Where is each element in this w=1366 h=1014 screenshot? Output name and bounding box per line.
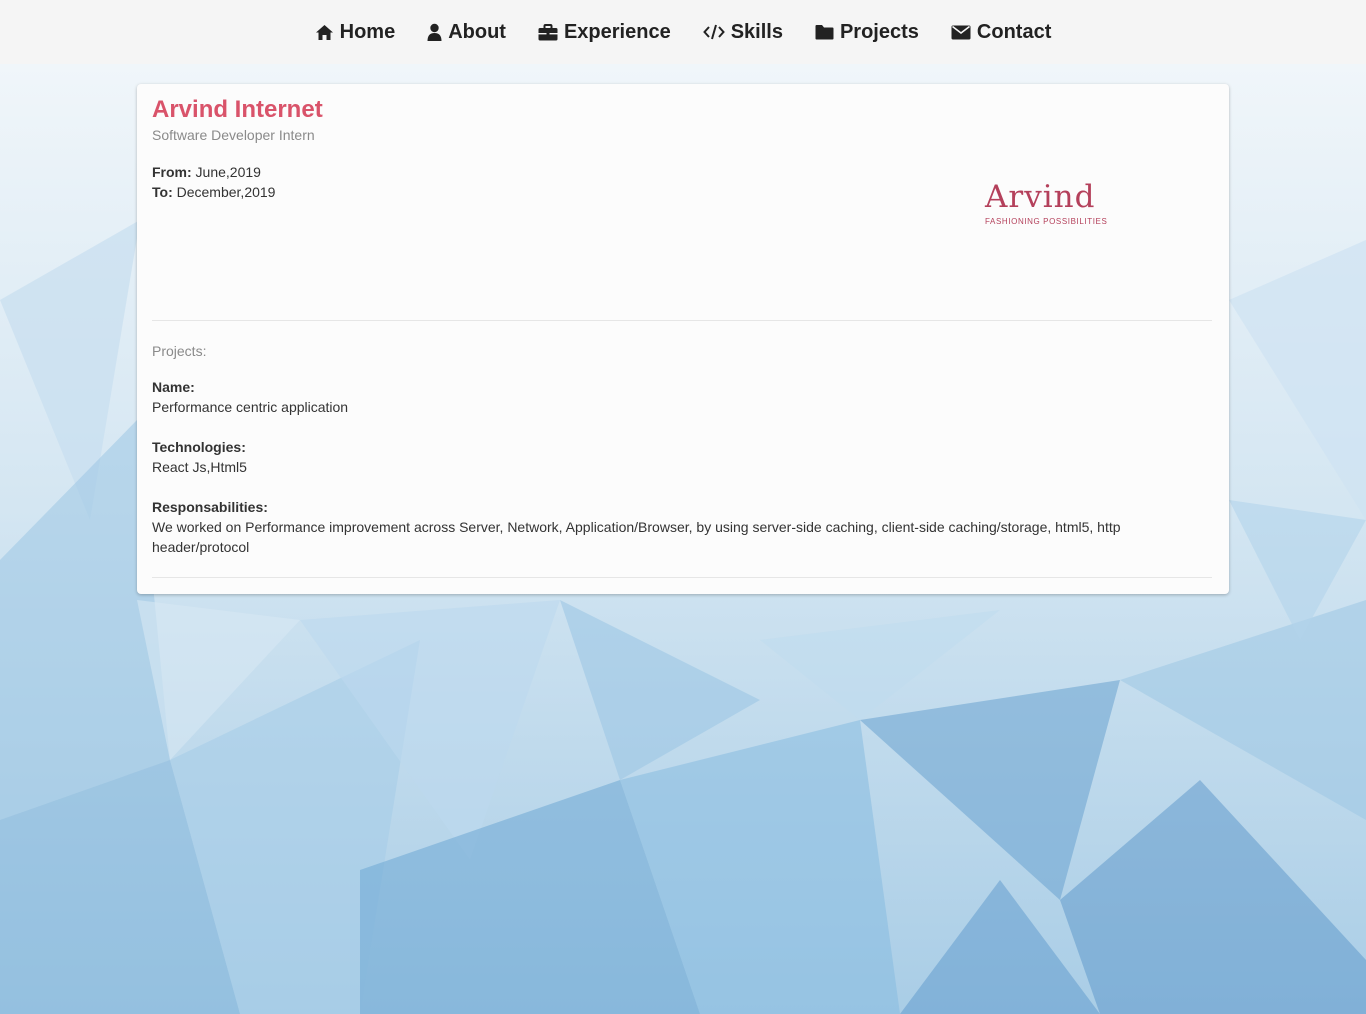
- job-role: Software Developer Intern: [152, 127, 315, 143]
- company-name: Arvind Internet: [152, 96, 323, 123]
- from-date: From: June,2019: [152, 162, 275, 182]
- nav-contact-label: Contact: [976, 20, 1052, 43]
- nav-about-label: About: [448, 20, 506, 43]
- project-resp-value: We worked on Performance improvement acr…: [152, 519, 1121, 555]
- date-range: From: June,2019 To: December,2019: [152, 162, 275, 202]
- logo-wordmark: Arvind: [985, 179, 1096, 215]
- to-label: To:: [152, 184, 173, 200]
- nav-projects[interactable]: Projects: [815, 21, 919, 44]
- experience-card: Arvind Internet Software Developer Inter…: [137, 84, 1229, 594]
- nav-experience[interactable]: Experience: [538, 21, 671, 44]
- divider-bottom: [152, 577, 1212, 578]
- project-resp-label: Responsabilities:: [152, 499, 268, 515]
- nav-home[interactable]: Home: [315, 20, 396, 44]
- logo-tagline: FASHIONING POSSIBILITIES: [985, 217, 1108, 226]
- to-date: To: December,2019: [152, 182, 275, 202]
- nav-skills[interactable]: Skills: [702, 20, 783, 44]
- nav-experience-label: Experience: [563, 20, 671, 43]
- nav-contact[interactable]: Contact: [951, 21, 1051, 44]
- home-icon: [315, 24, 333, 40]
- project-name-value: Performance centric application: [152, 399, 349, 415]
- project-name-field: Name: Performance centric application: [152, 377, 348, 417]
- top-navbar: Home About Experience Skills Projects Co…: [0, 0, 1366, 64]
- code-icon: [702, 24, 725, 40]
- envelope-icon: [951, 25, 971, 40]
- project-tech-field: Technologies: React Js,Html5: [152, 437, 247, 477]
- from-label: From:: [152, 164, 192, 180]
- company-logo: Arvind FASHIONING POSSIBILITIES: [985, 180, 1117, 232]
- folder-icon: [815, 25, 834, 40]
- project-name-label: Name:: [152, 379, 195, 395]
- user-icon: [427, 23, 442, 41]
- from-value: June,2019: [191, 164, 261, 180]
- nav-home-label: Home: [339, 20, 396, 43]
- nav-projects-label: Projects: [839, 20, 919, 43]
- project-resp-field: Responsabilities: We worked on Performan…: [152, 497, 1152, 557]
- to-value: December,2019: [172, 184, 276, 200]
- project-tech-label: Technologies:: [152, 439, 246, 455]
- project-tech-value: React Js,Html5: [152, 459, 247, 475]
- nav-about[interactable]: About: [427, 21, 506, 44]
- projects-heading: Projects:: [152, 343, 207, 359]
- briefcase-icon: [538, 23, 558, 40]
- nav-skills-label: Skills: [730, 20, 783, 43]
- divider: [152, 320, 1212, 321]
